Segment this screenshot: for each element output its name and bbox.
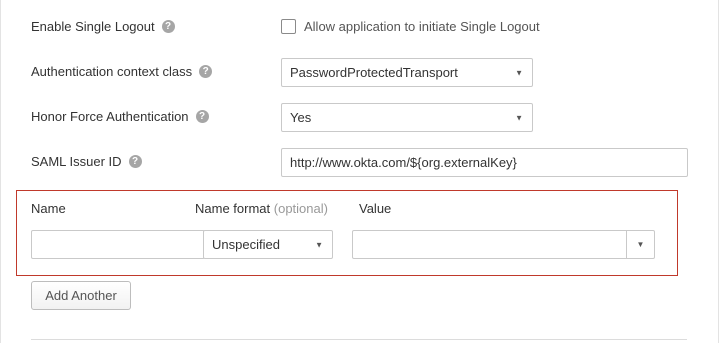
attr-format-header: Name format (optional)	[195, 201, 328, 216]
single-logout-label-row: Enable Single Logout ?	[31, 19, 175, 34]
attr-name-header: Name	[31, 201, 66, 216]
auth-context-value: PasswordProtectedTransport	[290, 65, 458, 80]
chevron-down-icon: ▼	[515, 68, 523, 77]
chevron-down-icon: ▼	[315, 240, 323, 249]
single-logout-checkbox-row[interactable]: Allow application to initiate Single Log…	[281, 19, 540, 34]
auth-context-label-row: Authentication context class ?	[31, 64, 213, 79]
single-logout-checkbox[interactable]	[281, 19, 296, 34]
auth-context-select[interactable]: PasswordProtectedTransport ▼	[281, 58, 533, 87]
single-logout-label: Enable Single Logout	[31, 19, 155, 34]
force-auth-value: Yes	[290, 110, 312, 125]
single-logout-checkbox-label[interactable]: Allow application to initiate Single Log…	[304, 19, 540, 34]
force-auth-select[interactable]: Yes ▼	[281, 103, 533, 132]
attr-value-header: Value	[359, 201, 392, 216]
add-another-button[interactable]: Add Another	[31, 281, 131, 310]
panel-left-border	[0, 0, 1, 343]
force-auth-label: Honor Force Authentication	[31, 109, 189, 124]
attr-format-select[interactable]: Unspecified ▼	[203, 230, 333, 259]
section-divider	[31, 339, 687, 340]
help-icon[interactable]: ?	[161, 20, 175, 33]
issuer-input[interactable]: http://www.okta.com/${org.externalKey}	[281, 148, 688, 177]
auth-context-label: Authentication context class	[31, 64, 193, 79]
issuer-label-row: SAML Issuer ID ?	[31, 154, 142, 169]
issuer-label: SAML Issuer ID	[31, 154, 122, 169]
force-auth-label-row: Honor Force Authentication ?	[31, 109, 209, 124]
help-icon[interactable]: ?	[195, 110, 209, 123]
chevron-down-icon: ▼	[515, 113, 523, 122]
panel-right-border	[718, 0, 719, 343]
attr-value-combobox[interactable]: ▼	[352, 230, 655, 259]
help-icon[interactable]: ?	[128, 155, 142, 168]
issuer-value: http://www.okta.com/${org.externalKey}	[290, 155, 517, 170]
attr-format-value: Unspecified	[212, 237, 280, 252]
chevron-down-icon[interactable]: ▼	[626, 231, 654, 258]
attr-format-header-label: Name format	[195, 201, 271, 216]
attr-name-input[interactable]	[31, 230, 205, 259]
attr-format-optional-hint: (optional)	[273, 201, 328, 216]
help-icon[interactable]: ?	[199, 65, 213, 78]
